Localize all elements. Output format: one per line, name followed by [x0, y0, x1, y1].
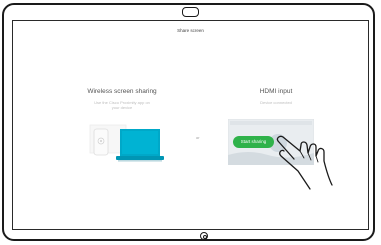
wireless-sharing-illustration — [89, 124, 164, 162]
home-button-icon[interactable] — [200, 232, 208, 240]
phone-icon — [93, 128, 109, 156]
start-sharing-button[interactable]: Start sharing — [233, 136, 274, 148]
hdmi-input-title: HDMI input — [259, 88, 293, 95]
hdmi-input-subtitle: Device connected — [260, 100, 292, 105]
or-separator: or — [196, 135, 200, 140]
wireless-sharing-title: Wireless screen sharing — [87, 88, 157, 95]
wireless-sharing-subtitle-line-2: your device — [111, 105, 133, 110]
laptop-icon — [116, 129, 164, 162]
camera-icon — [182, 7, 199, 17]
page-title: Share screen — [177, 28, 204, 33]
hand-pointer-icon — [276, 135, 333, 190]
